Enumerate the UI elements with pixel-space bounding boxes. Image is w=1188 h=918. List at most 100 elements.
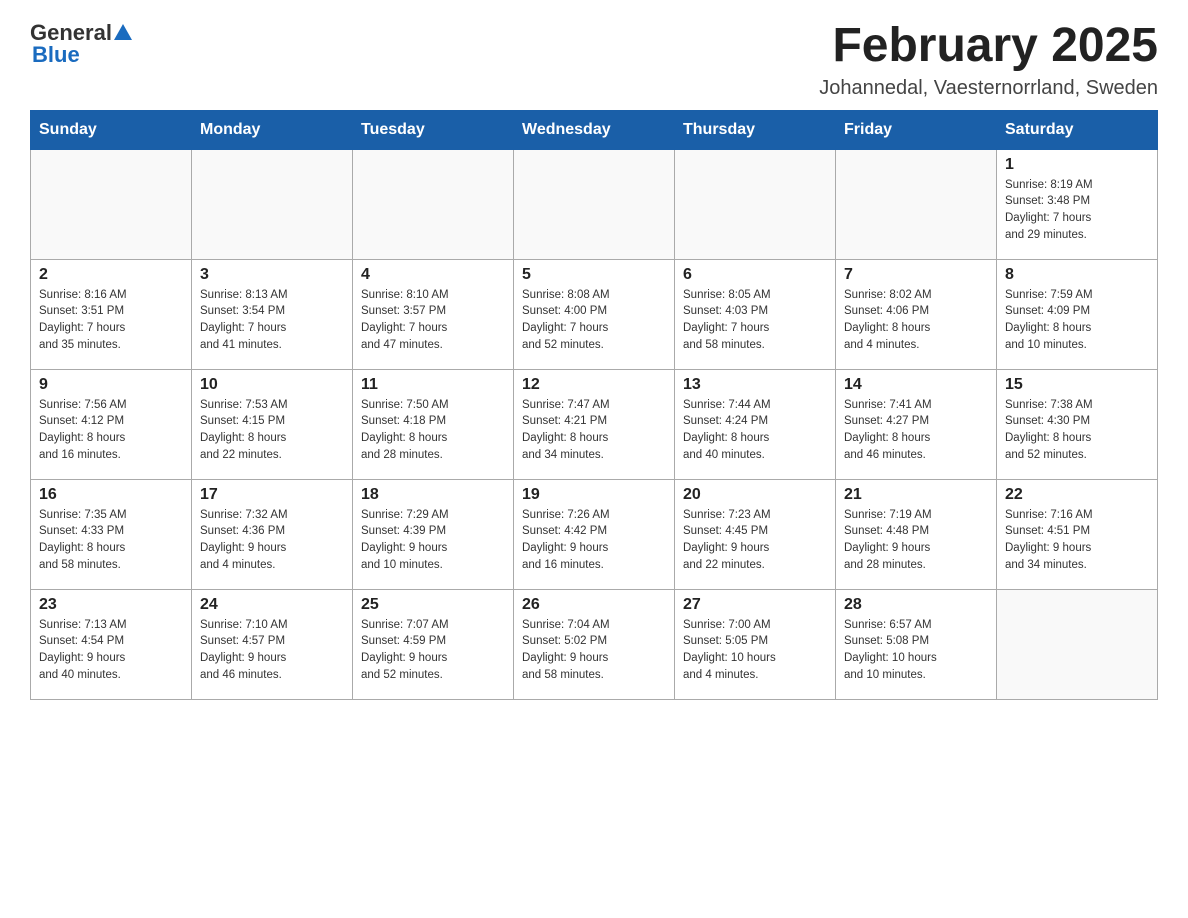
calendar-cell: 13 Sunrise: 7:44 AM Sunset: 4:24 PM Dayli… — [675, 369, 836, 479]
day-number: 15 — [1005, 376, 1149, 394]
weekday-header-wednesday: Wednesday — [514, 110, 675, 149]
calendar-cell — [192, 149, 353, 259]
day-number: 1 — [1005, 156, 1149, 174]
calendar-cell — [31, 149, 192, 259]
day-number: 4 — [361, 266, 505, 284]
calendar-cell: 28 Sunrise: 6:57 AM Sunset: 5:08 PM Dayli… — [836, 589, 997, 699]
weekday-header-thursday: Thursday — [675, 110, 836, 149]
day-info: Sunrise: 7:47 AM Sunset: 4:21 PM Dayligh… — [522, 397, 666, 464]
day-info: Sunrise: 7:26 AM Sunset: 4:42 PM Dayligh… — [522, 507, 666, 574]
calendar-cell: 23Sunrise: 7:13 AM Sunset: 4:54 PM Dayli… — [31, 589, 192, 699]
day-number: 10 — [200, 376, 344, 394]
day-number: 26 — [522, 596, 666, 614]
day-info: Sunrise: 7:04 AM Sunset: 5:02 PM Dayligh… — [522, 617, 666, 684]
calendar-week-row: 23Sunrise: 7:13 AM Sunset: 4:54 PM Dayli… — [31, 589, 1158, 699]
day-info: Sunrise: 8:08 AM Sunset: 4:00 PM Dayligh… — [522, 287, 666, 354]
calendar-cell: 2 Sunrise: 8:16 AM Sunset: 3:51 PM Daylig… — [31, 259, 192, 369]
calendar-week-row: 1 Sunrise: 8:19 AM Sunset: 3:48 PM Daylig… — [31, 149, 1158, 259]
calendar-week-row: 2 Sunrise: 8:16 AM Sunset: 3:51 PM Daylig… — [31, 259, 1158, 369]
weekday-header-sunday: Sunday — [31, 110, 192, 149]
day-number: 6 — [683, 266, 827, 284]
calendar-cell: 1 Sunrise: 8:19 AM Sunset: 3:48 PM Daylig… — [997, 149, 1158, 259]
day-info: Sunrise: 7:56 AM Sunset: 4:12 PM Dayligh… — [39, 397, 183, 464]
day-info: Sunrise: 7:41 AM Sunset: 4:27 PM Dayligh… — [844, 397, 988, 464]
day-number: 11 — [361, 376, 505, 394]
day-info: Sunrise: 7:07 AM Sunset: 4:59 PM Dayligh… — [361, 617, 505, 684]
calendar-cell: 26 Sunrise: 7:04 AM Sunset: 5:02 PM Dayli… — [514, 589, 675, 699]
weekday-header-tuesday: Tuesday — [353, 110, 514, 149]
calendar-cell: 25 Sunrise: 7:07 AM Sunset: 4:59 PM Dayli… — [353, 589, 514, 699]
logo-icon — [112, 22, 134, 44]
calendar-title: February 2025 — [819, 20, 1158, 73]
calendar-cell: 7 Sunrise: 8:02 AM Sunset: 4:06 PM Daylig… — [836, 259, 997, 369]
day-number: 14 — [844, 376, 988, 394]
day-info: Sunrise: 7:19 AM Sunset: 4:48 PM Dayligh… — [844, 507, 988, 574]
day-number: 27 — [683, 596, 827, 614]
day-info: Sunrise: 8:13 AM Sunset: 3:54 PM Dayligh… — [200, 287, 344, 354]
day-info: Sunrise: 7:29 AM Sunset: 4:39 PM Dayligh… — [361, 507, 505, 574]
calendar-cell: 22 Sunrise: 7:16 AM Sunset: 4:51 PM Dayli… — [997, 479, 1158, 589]
calendar-cell: 18Sunrise: 7:29 AM Sunset: 4:39 PM Dayli… — [353, 479, 514, 589]
day-number: 23 — [39, 596, 183, 614]
day-info: Sunrise: 7:59 AM Sunset: 4:09 PM Dayligh… — [1005, 287, 1149, 354]
day-info: Sunrise: 8:10 AM Sunset: 3:57 PM Dayligh… — [361, 287, 505, 354]
day-info: Sunrise: 7:50 AM Sunset: 4:18 PM Dayligh… — [361, 397, 505, 464]
calendar-cell: 8 Sunrise: 7:59 AM Sunset: 4:09 PM Daylig… — [997, 259, 1158, 369]
calendar-cell: 19 Sunrise: 7:26 AM Sunset: 4:42 PM Dayli… — [514, 479, 675, 589]
day-info: Sunrise: 7:16 AM Sunset: 4:51 PM Dayligh… — [1005, 507, 1149, 574]
day-info: Sunrise: 8:19 AM Sunset: 3:48 PM Dayligh… — [1005, 177, 1149, 244]
day-number: 21 — [844, 486, 988, 504]
day-number: 17 — [200, 486, 344, 504]
weekday-header-friday: Friday — [836, 110, 997, 149]
calendar-cell: 12 Sunrise: 7:47 AM Sunset: 4:21 PM Dayli… — [514, 369, 675, 479]
calendar-cell: 14 Sunrise: 7:41 AM Sunset: 4:27 PM Dayli… — [836, 369, 997, 479]
calendar-cell: 11 Sunrise: 7:50 AM Sunset: 4:18 PM Dayli… — [353, 369, 514, 479]
calendar-cell: 21 Sunrise: 7:19 AM Sunset: 4:48 PM Dayli… — [836, 479, 997, 589]
title-block: February 2025 Johannedal, Vaesternorrlan… — [819, 20, 1158, 100]
day-info: Sunrise: 7:44 AM Sunset: 4:24 PM Dayligh… — [683, 397, 827, 464]
day-number: 8 — [1005, 266, 1149, 284]
calendar-cell: 24Sunrise: 7:10 AM Sunset: 4:57 PM Dayli… — [192, 589, 353, 699]
calendar-cell — [353, 149, 514, 259]
calendar-table: SundayMondayTuesdayWednesdayThursdayFrid… — [30, 110, 1158, 700]
calendar-cell: 16 Sunrise: 7:35 AM Sunset: 4:33 PM Dayli… — [31, 479, 192, 589]
day-info: Sunrise: 8:05 AM Sunset: 4:03 PM Dayligh… — [683, 287, 827, 354]
day-info: Sunrise: 8:16 AM Sunset: 3:51 PM Dayligh… — [39, 287, 183, 354]
day-number: 25 — [361, 596, 505, 614]
calendar-cell: 6 Sunrise: 8:05 AM Sunset: 4:03 PM Daylig… — [675, 259, 836, 369]
day-info: Sunrise: 8:02 AM Sunset: 4:06 PM Dayligh… — [844, 287, 988, 354]
day-info: Sunrise: 6:57 AM Sunset: 5:08 PM Dayligh… — [844, 617, 988, 684]
day-number: 12 — [522, 376, 666, 394]
calendar-cell — [675, 149, 836, 259]
calendar-cell — [997, 589, 1158, 699]
day-number: 16 — [39, 486, 183, 504]
day-number: 2 — [39, 266, 183, 284]
day-number: 22 — [1005, 486, 1149, 504]
day-number: 28 — [844, 596, 988, 614]
day-number: 20 — [683, 486, 827, 504]
calendar-cell: 9Sunrise: 7:56 AM Sunset: 4:12 PM Daylig… — [31, 369, 192, 479]
calendar-cell — [836, 149, 997, 259]
calendar-cell: 5 Sunrise: 8:08 AM Sunset: 4:00 PM Daylig… — [514, 259, 675, 369]
day-number: 7 — [844, 266, 988, 284]
day-number: 13 — [683, 376, 827, 394]
weekday-header-row: SundayMondayTuesdayWednesdayThursdayFrid… — [31, 110, 1158, 149]
weekday-header-saturday: Saturday — [997, 110, 1158, 149]
weekday-header-monday: Monday — [192, 110, 353, 149]
calendar-subtitle: Johannedal, Vaesternorrland, Sweden — [819, 77, 1158, 100]
calendar-cell: 27Sunrise: 7:00 AM Sunset: 5:05 PM Dayli… — [675, 589, 836, 699]
day-info: Sunrise: 7:35 AM Sunset: 4:33 PM Dayligh… — [39, 507, 183, 574]
logo: General Blue — [30, 20, 134, 68]
logo-blue-text: Blue — [32, 42, 80, 68]
page-header: General Blue February 2025 Johannedal, V… — [30, 20, 1158, 100]
calendar-cell: 4 Sunrise: 8:10 AM Sunset: 3:57 PM Daylig… — [353, 259, 514, 369]
calendar-cell: 20 Sunrise: 7:23 AM Sunset: 4:45 PM Dayli… — [675, 479, 836, 589]
day-number: 19 — [522, 486, 666, 504]
day-info: Sunrise: 7:38 AM Sunset: 4:30 PM Dayligh… — [1005, 397, 1149, 464]
day-number: 5 — [522, 266, 666, 284]
calendar-week-row: 9Sunrise: 7:56 AM Sunset: 4:12 PM Daylig… — [31, 369, 1158, 479]
day-info: Sunrise: 7:32 AM Sunset: 4:36 PM Dayligh… — [200, 507, 344, 574]
calendar-cell — [514, 149, 675, 259]
calendar-cell: 15 Sunrise: 7:38 AM Sunset: 4:30 PM Dayli… — [997, 369, 1158, 479]
day-info: Sunrise: 7:23 AM Sunset: 4:45 PM Dayligh… — [683, 507, 827, 574]
